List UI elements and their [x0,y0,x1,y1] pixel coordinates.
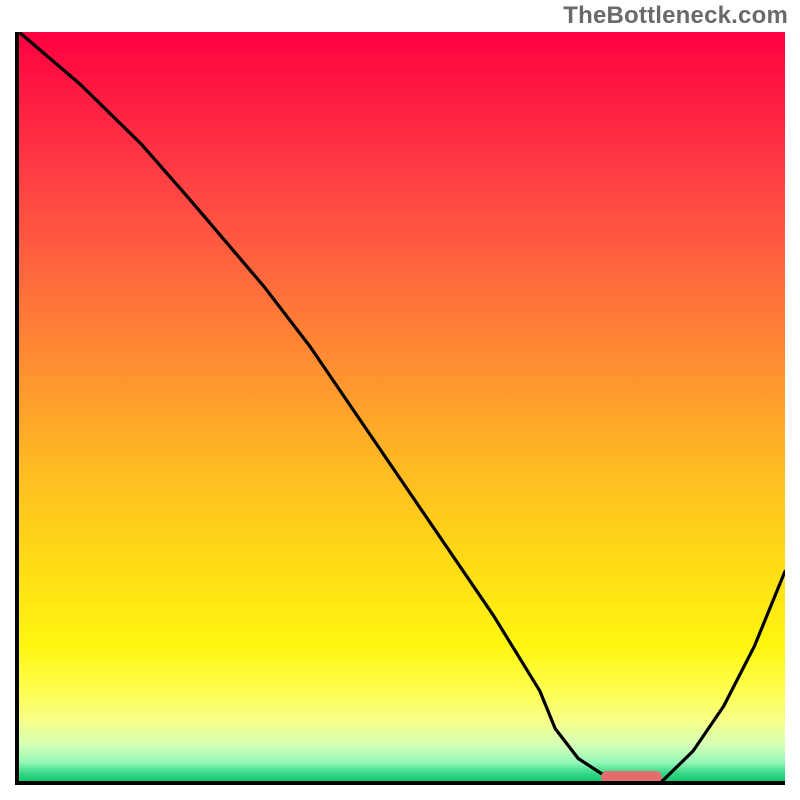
watermark-text: TheBottleneck.com [563,2,788,30]
chart-frame: TheBottleneck.com [0,0,800,800]
plot-area [15,32,785,785]
optimal-range-marker [601,771,662,783]
bottleneck-curve [19,32,785,781]
